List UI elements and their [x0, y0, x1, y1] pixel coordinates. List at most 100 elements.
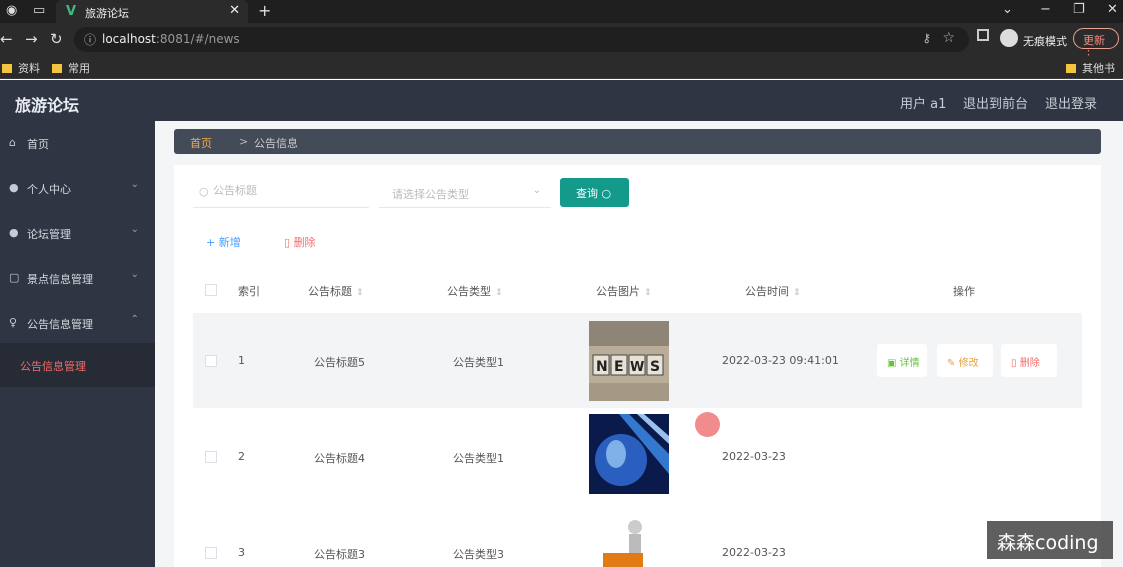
- batch-delete-button[interactable]: ▯ 删除: [284, 234, 316, 250]
- sort-icon: ⇕: [495, 288, 503, 298]
- site-info-icon[interactable]: ⓘ: [84, 31, 96, 48]
- chevron-down-icon: ⌄: [130, 179, 139, 190]
- folder-icon: [1066, 64, 1076, 73]
- tab-overview-icon[interactable]: ▭: [33, 3, 45, 18]
- type-select[interactable]: 请选择公告类型 ⌄: [379, 178, 551, 208]
- sidebar-subitem-label: 公告信息管理: [20, 360, 86, 373]
- bookmark-label: 资料: [18, 62, 40, 75]
- update-label: 更新: [1083, 34, 1105, 47]
- edit-icon: ✎: [947, 358, 956, 369]
- row-time: 2022-03-23 09:41:01: [722, 354, 839, 367]
- incognito-icon: [1000, 29, 1018, 47]
- select-all-checkbox[interactable]: [205, 284, 217, 296]
- sidebar-subitem-notice-management[interactable]: 公告信息管理: [0, 343, 155, 387]
- minimize-icon[interactable]: −: [1040, 2, 1051, 17]
- maximize-icon[interactable]: ❐: [1073, 2, 1085, 17]
- news-image: N E W S: [589, 321, 669, 401]
- header-image[interactable]: 公告图片 ⇕: [596, 283, 652, 299]
- password-key-icon[interactable]: ⚷: [922, 31, 931, 45]
- header-title[interactable]: 公告标题 ⇕: [308, 283, 364, 299]
- search-icon: ○: [601, 187, 612, 200]
- row-time: 2022-03-23: [722, 546, 786, 559]
- browser-address-bar: ← → ↻ ⓘ localhost:8081/#/news ⚷ ☆: [0, 23, 1123, 56]
- bookmark-star-icon[interactable]: ☆: [942, 30, 955, 46]
- row-index: 1: [238, 354, 245, 367]
- row-index: 3: [238, 546, 245, 559]
- browser-tab[interactable]: V 旅游论坛 ✕: [56, 0, 248, 23]
- query-button[interactable]: 查询 ○: [560, 178, 629, 207]
- logout-link[interactable]: 退出登录: [1045, 93, 1097, 112]
- content-panel: ○ 请选择公告类型 ⌄ 查询 ○ + 新增 ▯ 删除 索引 公告标题 ⇕ 公告类型…: [174, 165, 1101, 567]
- sidebar-item-forum[interactable]: ● 论坛管理 ⌄: [0, 211, 155, 255]
- query-label: 查询: [576, 187, 598, 200]
- sidebar-item-label: 首页: [27, 138, 49, 151]
- news-figure-image: [589, 517, 669, 567]
- bookmark-folder[interactable]: 常用: [52, 60, 90, 76]
- mouse-cursor-indicator: [695, 412, 720, 437]
- svg-text:S: S: [650, 359, 660, 375]
- back-icon[interactable]: ←: [0, 30, 13, 48]
- app-header: 旅游论坛 用户 a1 退出到前台 退出登录: [0, 80, 1123, 121]
- row-type: 公告类型3: [453, 548, 504, 561]
- folder-icon: [52, 64, 62, 73]
- url-field[interactable]: ⓘ localhost:8081/#/news ⚷ ☆: [74, 27, 969, 52]
- browser-menu-icon[interactable]: ◉: [6, 3, 17, 18]
- title-search-field[interactable]: ○: [193, 178, 369, 208]
- sidebar-item-profile[interactable]: ● 个人中心 ⌄: [0, 166, 155, 210]
- user-icon: ●: [9, 181, 19, 194]
- reload-icon[interactable]: ↻: [50, 30, 63, 48]
- delete-label: 删除: [1019, 358, 1040, 369]
- table-row: 1 公告标题5 公告类型1 N E W S 2022-03-23 09:41:0…: [193, 313, 1082, 408]
- url-host: localhost: [102, 32, 156, 46]
- delete-button[interactable]: ▯ 删除: [1001, 344, 1057, 377]
- trash-icon: ▯: [1011, 358, 1017, 369]
- edit-button[interactable]: ✎ 修改: [937, 344, 993, 377]
- globe-image: [589, 414, 669, 494]
- header-type[interactable]: 公告类型 ⇕: [447, 283, 503, 299]
- update-button[interactable]: 更新 ⋮: [1073, 28, 1119, 61]
- row-checkbox[interactable]: [205, 547, 217, 559]
- tab-close-icon[interactable]: ✕: [229, 3, 240, 18]
- detail-button[interactable]: ▣ 详情: [877, 344, 927, 377]
- trash-icon: ▯: [284, 236, 291, 249]
- add-label: 新增: [218, 236, 241, 249]
- row-checkbox[interactable]: [205, 451, 217, 463]
- folder-icon: [2, 64, 12, 73]
- type-select-placeholder: 请选择公告类型: [392, 188, 469, 201]
- new-tab-icon[interactable]: +: [258, 1, 271, 20]
- sidebar-item-notices[interactable]: ♀ 公告信息管理 ⌃: [0, 301, 155, 345]
- table-header: 索引 公告标题 ⇕ 公告类型 ⇕ 公告图片 ⇕ 公告时间 ⇕ 操作: [193, 269, 1082, 309]
- bookmark-folder[interactable]: 资料: [2, 60, 40, 76]
- row-title: 公告标题3: [314, 548, 365, 561]
- header-time[interactable]: 公告时间 ⇕: [745, 283, 801, 299]
- breadcrumb-separator: >: [239, 135, 249, 148]
- vue-logo-icon: V: [66, 4, 77, 19]
- browser-tab-strip: ◉ ▭ V 旅游论坛 ✕ + ⌄ − ❐ ✕: [0, 0, 1123, 23]
- row-type: 公告类型1: [453, 452, 504, 465]
- add-button[interactable]: + 新增: [206, 234, 241, 250]
- document-icon: ▢: [9, 271, 20, 284]
- title-search-input[interactable]: [213, 184, 363, 197]
- close-window-icon[interactable]: ✕: [1107, 2, 1118, 17]
- sidebar-item-home[interactable]: ⌂ 首页: [0, 121, 155, 165]
- table-row: 2 公告标题4 公告类型1 2022-03-23: [193, 409, 1082, 504]
- search-icon: ○: [199, 185, 209, 198]
- sidebar-item-label: 景点信息管理: [27, 273, 93, 286]
- row-index: 2: [238, 450, 245, 463]
- breadcrumb-home[interactable]: 首页: [190, 135, 212, 151]
- sidebar-item-attractions[interactable]: ▢ 景点信息管理 ⌄: [0, 256, 155, 300]
- row-time: 2022-03-23: [722, 450, 786, 463]
- tab-title: 旅游论坛: [85, 7, 129, 20]
- sidebar: ⌂ 首页 ● 个人中心 ⌄ ● 论坛管理 ⌄ ▢ 景点信息管理 ⌄ ♀ 公告信息…: [0, 121, 155, 567]
- detail-label: 详情: [899, 358, 920, 369]
- back-to-front-link[interactable]: 退出到前台: [963, 93, 1028, 112]
- row-title: 公告标题5: [314, 356, 365, 369]
- side-panel-icon[interactable]: [977, 29, 989, 41]
- row-checkbox[interactable]: [205, 355, 217, 367]
- app-title: 旅游论坛: [15, 96, 80, 115]
- header-image-label: 公告图片: [596, 285, 640, 298]
- row-type: 公告类型1: [453, 356, 504, 369]
- header-time-label: 公告时间: [745, 285, 789, 298]
- forward-icon[interactable]: →: [25, 30, 38, 48]
- tab-search-icon[interactable]: ⌄: [1002, 2, 1013, 17]
